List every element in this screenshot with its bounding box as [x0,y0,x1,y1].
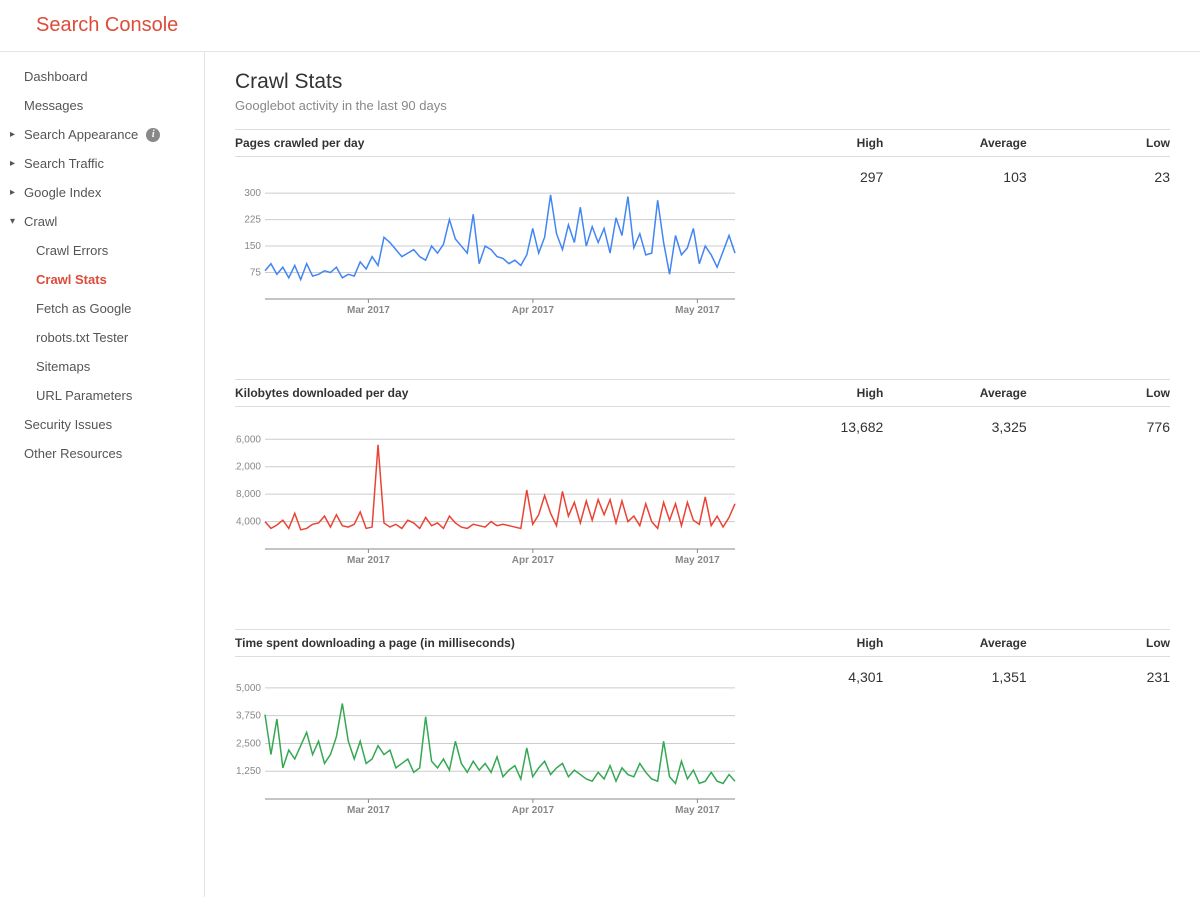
sidebar-item-sitemaps[interactable]: Sitemaps [0,352,204,381]
sidebar-item-label: Crawl Stats [36,272,107,287]
svg-text:75: 75 [250,268,262,279]
stat-value-low: 23 [1027,169,1170,319]
stat-value-average: 103 [883,169,1026,319]
info-icon[interactable]: i [146,128,160,142]
sidebar-item-url-parameters[interactable]: URL Parameters [0,381,204,410]
section-kilobytes-downloaded-per-day: Kilobytes downloaded per dayHighAverageL… [235,379,1170,569]
stat-header-high: High [740,136,883,150]
stat-value-low: 231 [1027,669,1170,819]
page-subtitle: Googlebot activity in the last 90 days [235,98,1170,113]
stat-header-low: Low [1027,636,1170,650]
svg-text:Apr 2017: Apr 2017 [512,555,555,566]
section-pages-crawled-per-day: Pages crawled per dayHighAverageLow 75 150… [235,129,1170,319]
sidebar-group-label: Google Index [24,185,101,200]
sidebar-item-label: Security Issues [24,417,112,432]
stat-value-average: 1,351 [883,669,1026,819]
svg-text:May 2017: May 2017 [675,305,720,316]
chart-container: 4,000 8,000 12,000 16,000 Mar 2017 Apr 2017 Ma… [235,419,740,569]
stat-header-high: High [740,386,883,400]
stat-value-low: 776 [1027,419,1170,569]
svg-text:300: 300 [244,188,261,199]
svg-text:Apr 2017: Apr 2017 [512,805,555,816]
stat-header-average: Average [883,636,1026,650]
svg-text:2,500: 2,500 [236,738,261,749]
sidebar-item-robots-txt-tester[interactable]: robots.txt Tester [0,323,204,352]
caret-right-icon: ▸ [10,187,20,198]
sidebar-item-security[interactable]: Security Issues [0,410,204,439]
sidebar-group-google-index[interactable]: ▸ Google Index [0,178,204,207]
section-time-spent-downloading-a-page-in-milliseconds-: Time spent downloading a page (in millis… [235,629,1170,819]
sidebar-item-fetch-as-google[interactable]: Fetch as Google [0,294,204,323]
sidebar-item-label: Crawl Errors [36,243,108,258]
sidebar-item-label: Fetch as Google [36,301,131,316]
main-content: Crawl Stats Googlebot activity in the la… [205,52,1200,897]
svg-text:4,000: 4,000 [236,517,261,528]
page-title: Crawl Stats [235,70,1170,94]
stat-header-low: Low [1027,386,1170,400]
stat-header-low: Low [1027,136,1170,150]
stat-value-high: 13,682 [740,419,883,569]
caret-right-icon: ▸ [10,129,20,140]
sidebar-item-crawl-stats[interactable]: Crawl Stats [0,265,204,294]
caret-right-icon: ▸ [10,158,20,169]
sidebar-item-label: Other Resources [24,446,122,461]
svg-text:12,000: 12,000 [235,462,261,473]
stat-value-high: 297 [740,169,883,319]
chart: 75 150 225 300 Mar 2017 Apr 2017 May 2017 [235,169,740,319]
sidebar-item-label: URL Parameters [36,388,132,403]
sidebar-group-search-traffic[interactable]: ▸ Search Traffic [0,149,204,178]
chart-container: 1,250 2,500 3,750 5,000 Mar 2017 Apr 2017 May … [235,669,740,819]
sidebar-item-crawl-errors[interactable]: Crawl Errors [0,236,204,265]
header: Search Console [0,0,1200,52]
sidebar-item-label: Sitemaps [36,359,90,374]
stat-header-average: Average [883,386,1026,400]
sidebar-group-label: Search Appearance [24,127,138,142]
svg-text:Apr 2017: Apr 2017 [512,305,555,316]
stat-value-average: 3,325 [883,419,1026,569]
svg-text:May 2017: May 2017 [675,555,720,566]
svg-text:3,750: 3,750 [236,711,261,722]
sidebar-item-label: robots.txt Tester [36,330,128,345]
sidebar-item-label: Dashboard [24,69,88,84]
section-title: Kilobytes downloaded per day [235,386,740,400]
svg-text:Mar 2017: Mar 2017 [347,305,390,316]
svg-text:5,000: 5,000 [236,683,261,694]
svg-text:8,000: 8,000 [236,489,261,500]
sidebar-item-label: Messages [24,98,83,113]
section-title: Time spent downloading a page (in millis… [235,636,740,650]
stat-value-high: 4,301 [740,669,883,819]
sidebar: Dashboard Messages ▸ Search Appearance i ▸ S… [0,52,205,897]
sidebar-item-messages[interactable]: Messages [0,91,204,120]
sidebar-item-other[interactable]: Other Resources [0,439,204,468]
section-title: Pages crawled per day [235,136,740,150]
chart-container: 75 150 225 300 Mar 2017 Apr 2017 May 2017 [235,169,740,319]
stat-header-average: Average [883,136,1026,150]
sidebar-item-dashboard[interactable]: Dashboard [0,62,204,91]
logo[interactable]: Search Console [36,14,178,36]
svg-text:Mar 2017: Mar 2017 [347,555,390,566]
sidebar-group-crawl[interactable]: ▾ Crawl [0,207,204,236]
svg-text:16,000: 16,000 [235,434,261,445]
svg-text:Mar 2017: Mar 2017 [347,805,390,816]
svg-text:225: 225 [244,215,261,226]
sidebar-group-label: Search Traffic [24,156,104,171]
svg-text:May 2017: May 2017 [675,805,720,816]
chart: 1,250 2,500 3,750 5,000 Mar 2017 Apr 2017 May … [235,669,740,819]
svg-text:150: 150 [244,241,261,252]
chart: 4,000 8,000 12,000 16,000 Mar 2017 Apr 2017 Ma… [235,419,740,569]
svg-text:1,250: 1,250 [236,766,261,777]
sidebar-group-search-appearance[interactable]: ▸ Search Appearance i [0,120,204,149]
sidebar-group-label: Crawl [24,214,57,229]
caret-down-icon: ▾ [10,216,20,227]
stat-header-high: High [740,636,883,650]
